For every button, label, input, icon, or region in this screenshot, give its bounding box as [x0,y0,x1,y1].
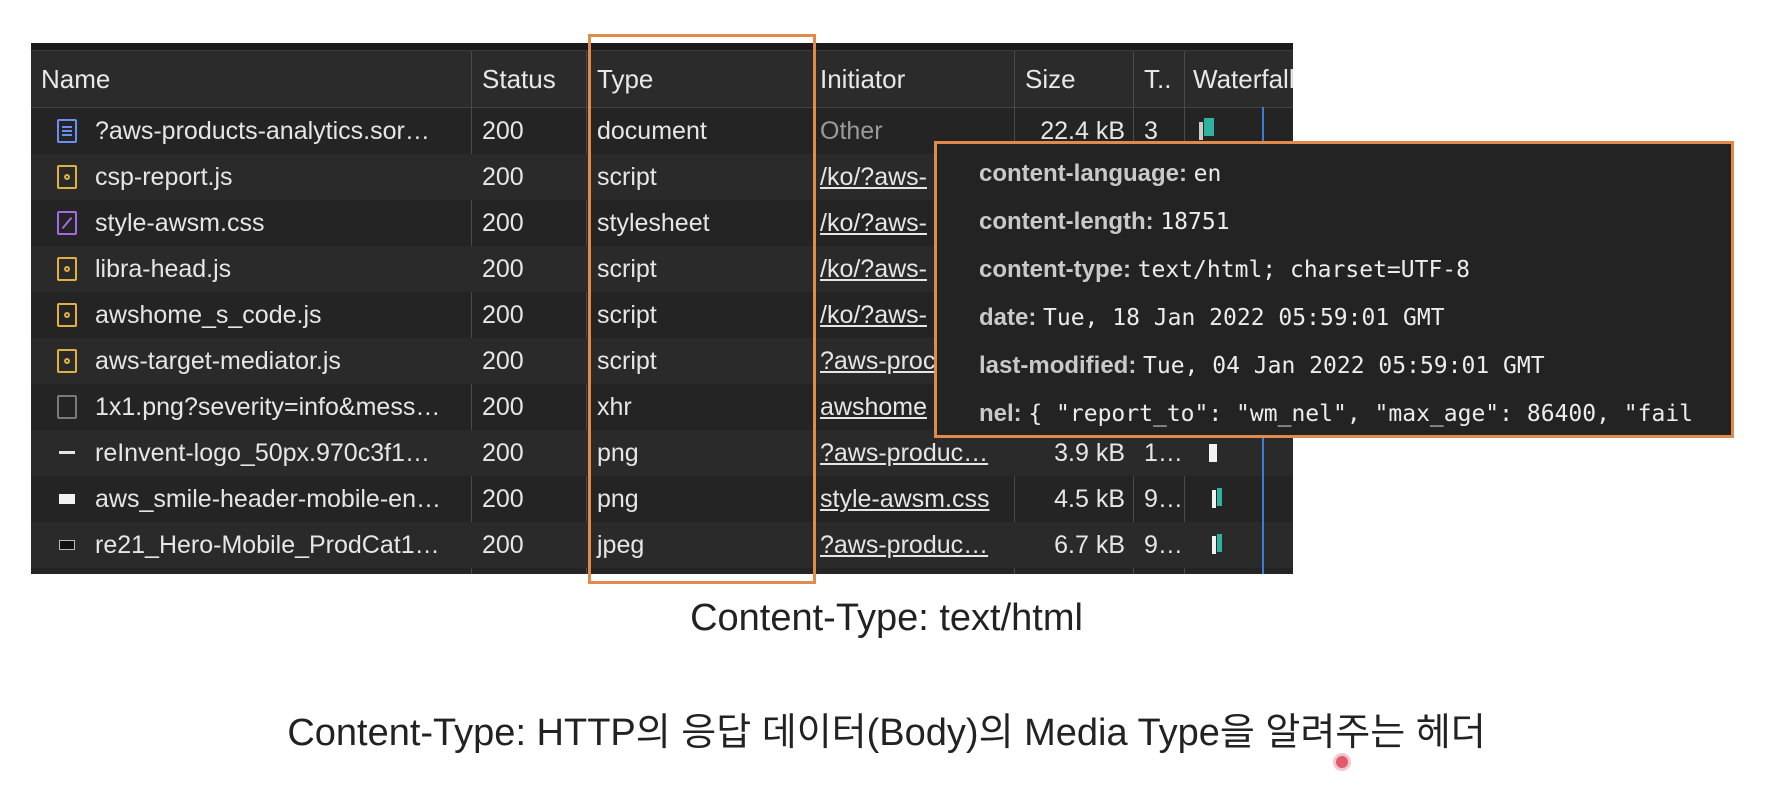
request-status: 200 [482,117,524,145]
header-line: content-length: 18751 [979,202,1230,242]
caption-description: Content-Type: HTTP의 응답 데이터(Body)의 Media … [287,712,1486,754]
header-line: nel: { "report_to": "wm_nel", "max_age":… [979,394,1693,434]
header-value: 18751 [1160,209,1230,235]
request-status: 200 [482,485,524,513]
request-initiator[interactable]: ?aws-produc… [816,522,1014,568]
header-value: Tue, 18 Jan 2022 05:59:01 GMT [1043,305,1445,331]
request-name: style-awsm.css [95,209,265,237]
column-header-initiator[interactable]: Initiator [816,51,1014,107]
request-name: re21_Hero-Mobile_ProdCat1… [95,531,440,559]
request-name: aws-target-mediator.js [95,347,341,375]
request-name: csp-report.js [95,163,233,191]
header-value: Tue, 04 Jan 2022 05:59:01 GMT [1143,353,1545,379]
waterfall-bar [1199,122,1203,140]
request-name: reInvent-logo_50px.970c3f1… [95,439,430,467]
request-name: ?aws-products-analytics.sor… [95,117,430,145]
header-key: content-language: [979,160,1187,187]
header-key: content-type: [979,256,1131,283]
header-line: content-language: en [979,154,1221,194]
caption-content-type: Content-Type: text/html [690,597,1083,639]
waterfall-bar [1204,118,1214,136]
header-key: nel: [979,400,1022,427]
waterfall-bar [1209,444,1217,462]
column-header-time[interactable]: T.. [1134,51,1184,107]
request-name: aws_smile-header-mobile-en… [95,485,441,513]
header-line: date: Tue, 18 Jan 2022 05:59:01 GMT [979,298,1445,338]
column-header-waterfall[interactable]: Waterfall [1185,51,1293,107]
type-column-highlight [588,34,816,584]
column-header-name[interactable]: Name [31,51,471,107]
request-size: 4.5 kB [1054,485,1125,513]
request-size: 6.7 kB [1054,531,1125,559]
request-name: awshome_s_code.js [95,301,322,329]
waterfall-bar [1217,488,1222,506]
waterfall-bar [1212,536,1216,554]
header-line: content-type: text/html; charset=UTF-8 [979,250,1470,290]
header-key: content-length: [979,208,1154,235]
header-line: last-modified: Tue, 04 Jan 2022 05:59:01… [979,346,1545,386]
pointer-cursor-icon [1336,756,1348,768]
request-status: 200 [482,439,524,467]
waterfall-bar [1212,490,1216,508]
request-status: 200 [482,209,524,237]
header-value: en [1193,161,1222,187]
header-value: text/html; charset=UTF-8 [1137,257,1471,283]
header-key: last-modified: [979,352,1137,379]
request-name: libra-head.js [95,255,232,283]
request-status: 200 [482,301,524,329]
request-status: 200 [482,255,524,283]
request-status: 200 [482,531,524,559]
column-header-size[interactable]: Size [1015,51,1133,107]
request-status: 200 [482,393,524,421]
response-headers-tooltip: content-language: en content-length: 187… [934,141,1734,438]
request-time: 9… [1144,531,1183,559]
header-key: date: [979,304,1037,331]
request-status: 200 [482,163,524,191]
column-header-status[interactable]: Status [472,51,586,107]
request-status: 200 [482,347,524,375]
request-time: 9… [1144,485,1183,513]
request-initiator[interactable]: style-awsm.css [816,476,1014,522]
header-value: { "report_to": "wm_nel", "max_age": 8640… [1028,401,1694,427]
request-name: 1x1.png?severity=info&mess… [95,393,441,421]
waterfall-bar [1217,534,1222,552]
